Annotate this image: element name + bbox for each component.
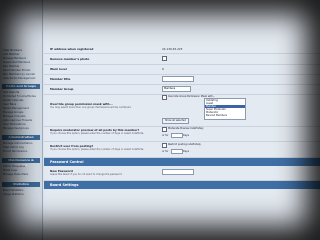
member-group-select[interactable]: Members	[162, 86, 191, 92]
ip-label: IP address when registered	[50, 47, 94, 51]
edit-member-form: IP address when registered 24.130.45.223…	[44, 0, 320, 240]
member-title-label: Member title	[50, 77, 71, 81]
moderate-desc: If you choose this option, please enter …	[50, 132, 144, 135]
remove-photo-checkbox[interactable]	[162, 56, 167, 61]
sidebar-link[interactable]: Ranks Management	[3, 107, 40, 110]
sidebar-link[interactable]: Vote Ranks Management	[3, 77, 40, 80]
restrict-days-input[interactable]	[171, 149, 183, 154]
sidebar-section-admin: Administration	[2, 135, 40, 140]
sidebar-link[interactable]: Forum Permissions	[3, 150, 40, 153]
sidebar-link[interactable]: Board Statistics	[3, 189, 40, 192]
sidebar-link[interactable]: View Members	[3, 49, 40, 52]
new-password-desc: Leave this blank if you do not want to c…	[50, 173, 123, 176]
sidebar-link[interactable]: Manage Cronjobs	[3, 115, 40, 118]
sidebar-link[interactable]: User Bans	[3, 103, 40, 106]
member-title-input[interactable]	[162, 76, 194, 82]
warn-level-label: Warn level	[50, 67, 67, 71]
sidebar-link[interactable]: Ban Member	[3, 65, 40, 68]
listbox-option[interactable]: Banned Members	[205, 114, 245, 117]
restrict-days-unit: Days	[183, 150, 189, 153]
sidebar: View Members Add Member Manage Members S…	[0, 0, 43, 240]
form-row-restrict: Restrict user from posting? If you choos…	[44, 141, 320, 158]
admin-window: View Members Add Member Manage Members S…	[0, 0, 320, 240]
override-desc: You may select more than one group. Perm…	[50, 106, 132, 109]
sidebar-link[interactable]: Send Member Emails	[3, 69, 40, 72]
restrict-for-label: or for	[162, 150, 169, 153]
sidebar-link[interactable]: Post Reports	[3, 91, 40, 94]
sidebar-link[interactable]: Add Member	[3, 53, 40, 56]
password-section-header: Password Control	[44, 158, 320, 166]
moderate-days-unit: Days	[183, 134, 189, 137]
sidebar-link[interactable]: Usage Statistics	[3, 193, 40, 196]
restrict-indefinite-checkbox[interactable]	[162, 143, 167, 148]
form-row-moderate: Require moderator preview of all posts b…	[44, 126, 320, 142]
sidebar-link[interactable]: Avatar Intervals	[3, 99, 40, 102]
moderate-days-input[interactable]	[171, 133, 183, 138]
moderate-indefinite-checkbox[interactable]	[162, 127, 167, 132]
sidebar-section-posts: Posts and Groups	[2, 84, 40, 89]
override-group-listbox[interactable]: Validating Guest Member Super Moderator …	[204, 98, 246, 120]
sidebar-link[interactable]: Prohibited Forums/Modes	[3, 95, 40, 98]
form-row-password: New Password Leave this blank if you do …	[44, 166, 320, 181]
sidebar-link[interactable]: Manage Usergroups	[3, 127, 40, 130]
restrict-desc: If you choose this option, please enter …	[50, 148, 144, 151]
override-checkbox[interactable]	[162, 95, 167, 100]
sidebar-link[interactable]: Admin Templates	[3, 165, 40, 168]
sidebar-link[interactable]: User Moderations	[3, 123, 40, 126]
remove-photo-label: Remove member's photo	[50, 57, 90, 61]
sidebar-link[interactable]: Ban Members by Gender	[3, 73, 40, 76]
restrict-indefinite-label: Restrict posting indefinitely	[168, 143, 201, 146]
sidebar-link[interactable]: Suspended Members	[3, 61, 40, 64]
sidebar-link[interactable]: Email Logs	[3, 169, 40, 172]
warn-level-value: 0	[162, 67, 164, 71]
ip-value: 24.130.45.223	[162, 47, 183, 51]
moderate-for-label: or for	[162, 134, 169, 137]
sidebar-section-misc: Maintenance & Upkeep	[2, 158, 40, 167]
show-all-selected-button[interactable]: Show all selected	[162, 118, 189, 124]
new-password-input[interactable]	[162, 169, 194, 175]
moderate-indefinite-label: Moderate Preview Indefinitely	[168, 127, 204, 130]
form-row-override: Override group permission mask with... Y…	[44, 94, 320, 127]
board-settings-section-header: Board Settings	[44, 181, 320, 189]
sidebar-link[interactable]: Auto-Approve Threads	[3, 119, 40, 122]
member-group-label: Member Group	[50, 87, 74, 91]
sidebar-link[interactable]: View Admin Log	[3, 146, 40, 149]
sidebar-link[interactable]: Manage Members	[3, 57, 40, 60]
sidebar-link[interactable]: Manage Adminstrators	[3, 142, 40, 145]
sidebar-link[interactable]: Manage Mass Mails	[3, 173, 40, 176]
sidebar-section-stats: Statistics	[2, 182, 40, 187]
sidebar-link[interactable]: Manage Groups	[3, 111, 40, 114]
